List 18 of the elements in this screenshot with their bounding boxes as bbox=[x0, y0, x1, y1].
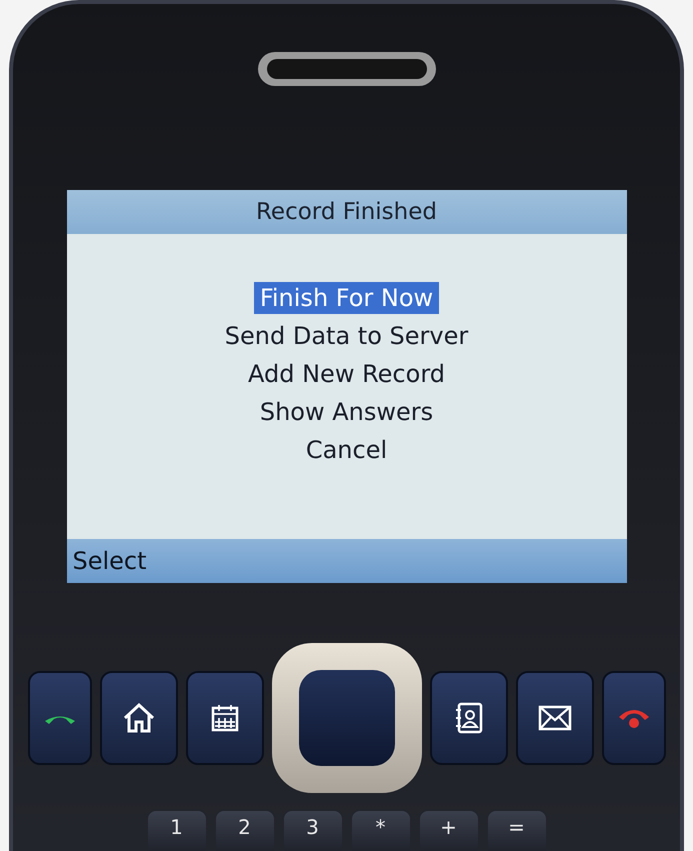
navigation-key[interactable] bbox=[272, 643, 422, 793]
menu-item[interactable]: Add New Record bbox=[242, 358, 451, 390]
select-softkey[interactable]: Select bbox=[72, 547, 147, 575]
end-call-key[interactable] bbox=[602, 671, 666, 765]
contacts-key[interactable] bbox=[430, 671, 508, 765]
menu-item[interactable]: Show Answers bbox=[254, 396, 440, 428]
message-key[interactable] bbox=[516, 671, 594, 765]
calendar-key[interactable] bbox=[186, 671, 264, 765]
home-key[interactable] bbox=[100, 671, 178, 765]
screen-title: Record Finished bbox=[256, 199, 437, 226]
home-icon bbox=[122, 702, 156, 734]
menu-item[interactable]: Send Data to Server bbox=[218, 320, 474, 352]
contact-card-icon bbox=[454, 702, 482, 734]
menu-item[interactable]: Cancel bbox=[300, 434, 394, 466]
calendar-icon bbox=[210, 703, 240, 733]
menu-item[interactable]: Finish For Now bbox=[254, 282, 440, 314]
envelope-icon bbox=[538, 705, 572, 731]
phone-handset-icon bbox=[616, 707, 650, 729]
